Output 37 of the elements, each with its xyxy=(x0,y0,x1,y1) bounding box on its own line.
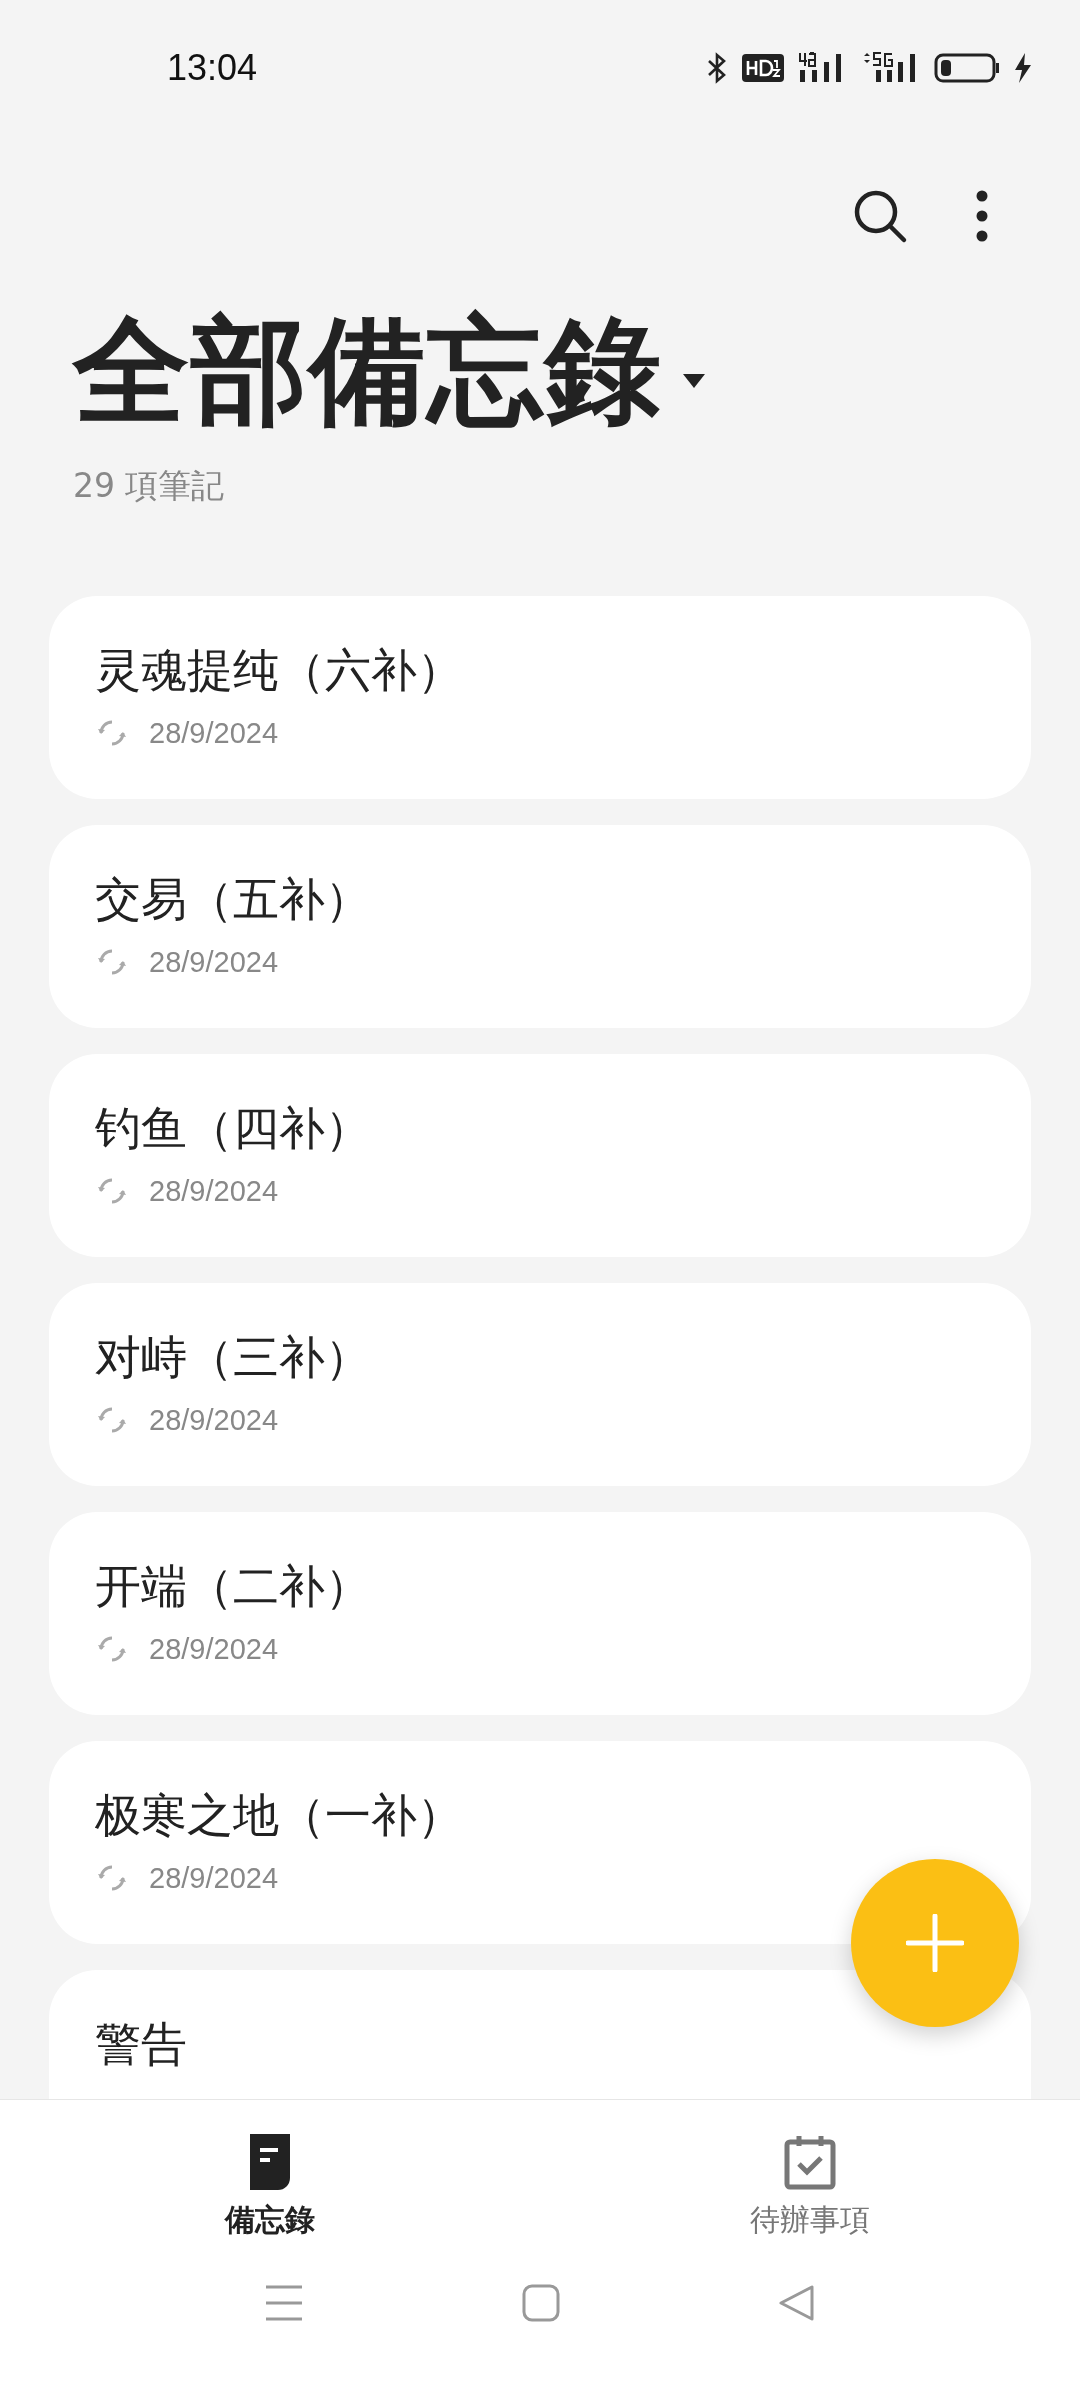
more-options-icon[interactable] xyxy=(976,190,988,242)
note-title: 警告 xyxy=(95,2016,188,2073)
note-title: 开端（二补） xyxy=(95,1558,372,1615)
tab[interactable]: 備忘錄 xyxy=(0,2100,540,2260)
note-title: 交易（五补） xyxy=(95,871,372,928)
note-title: 钓鱼（四补） xyxy=(95,1100,372,1157)
tab[interactable]: 待辦事項 xyxy=(540,2100,1080,2260)
note-count: 29 項筆記 xyxy=(72,466,226,506)
note-card[interactable]: 交易（五补） 28/9/2024 xyxy=(49,825,1031,1028)
note-date: 28/9/2024 xyxy=(149,1174,278,1208)
note-title: 对峙（三补） xyxy=(95,1329,372,1386)
note-card[interactable]: 灵魂提纯（六补） 28/9/2024 xyxy=(49,596,1031,799)
note-card[interactable]: 警告 xyxy=(49,1970,1031,2099)
charging-icon xyxy=(1014,52,1032,84)
page-title[interactable]: 全部備忘錄 xyxy=(73,296,663,446)
search-icon[interactable] xyxy=(852,188,908,244)
bluetooth-icon xyxy=(706,52,728,84)
menu-icon[interactable] xyxy=(264,2284,304,2322)
plus-icon xyxy=(906,1914,964,1972)
hd-icon xyxy=(742,54,784,82)
calendar-check-icon xyxy=(784,2134,836,2190)
status-time: 13:04 xyxy=(167,47,258,89)
note-date: 28/9/2024 xyxy=(149,716,278,750)
note-card[interactable]: 开端（二补） 28/9/2024 xyxy=(49,1512,1031,1715)
note-title: 灵魂提纯（六补） xyxy=(95,642,464,699)
note-card[interactable]: 钓鱼（四补） 28/9/2024 xyxy=(49,1054,1031,1257)
note-date: 28/9/2024 xyxy=(149,1861,278,1895)
home-icon[interactable] xyxy=(522,2284,560,2322)
note-date: 28/9/2024 xyxy=(149,1403,278,1437)
note-date: 28/9/2024 xyxy=(149,1632,278,1666)
dropdown-icon[interactable] xyxy=(683,374,705,388)
back-icon[interactable] xyxy=(778,2284,816,2322)
note-card[interactable]: 对峙（三补） 28/9/2024 xyxy=(49,1283,1031,1486)
battery-icon xyxy=(934,52,1000,84)
note-date: 28/9/2024 xyxy=(149,945,278,979)
note-card[interactable]: 极寒之地（一补） 28/9/2024 xyxy=(49,1741,1031,1944)
note-title: 极寒之地（一补） xyxy=(95,1787,464,1844)
